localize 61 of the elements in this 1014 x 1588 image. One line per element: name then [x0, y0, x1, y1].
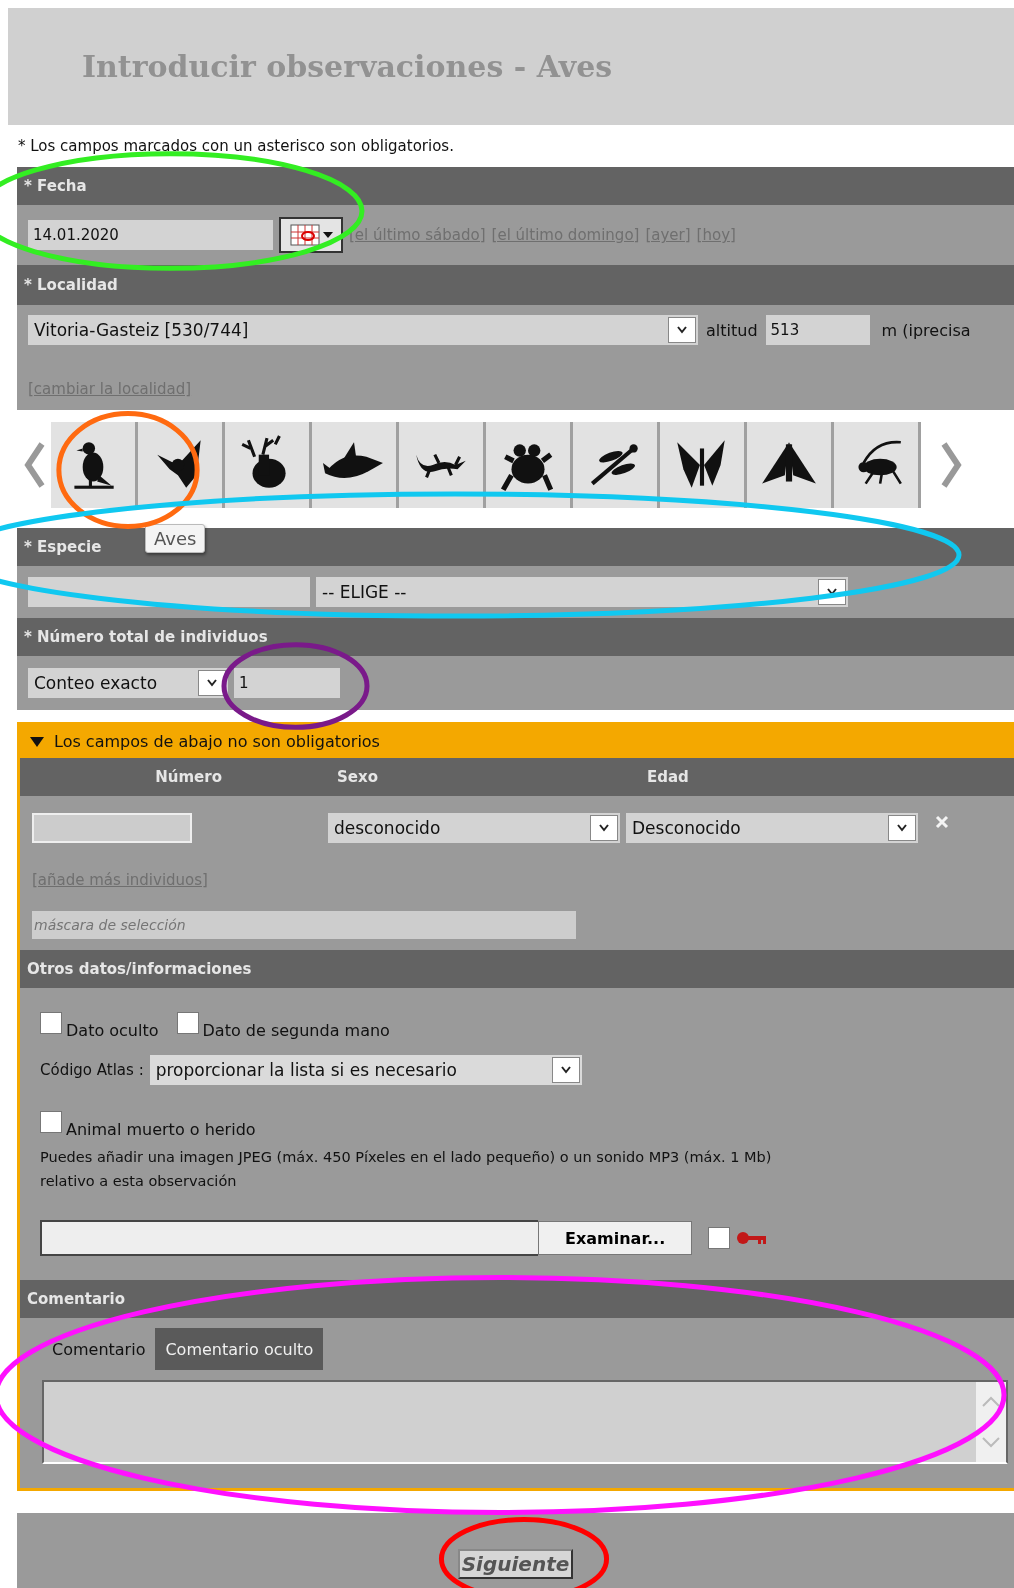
species-field[interactable] — [28, 577, 310, 607]
chevron-icon — [206, 678, 218, 688]
unit-label: m (iprecisa — [881, 320, 971, 340]
checkbox[interactable] — [708, 1227, 731, 1249]
calendar-button[interactable] — [279, 217, 343, 253]
page-title: Introducir observaciones - Aves — [82, 49, 613, 84]
section-header: * Localidad — [17, 265, 1014, 305]
altitude-field[interactable]: 513 — [765, 315, 870, 345]
section-header: * Especie — [24, 538, 102, 556]
chevron-icon — [896, 823, 908, 833]
chevron-up-icon[interactable] — [981, 1396, 1001, 1408]
comment-field[interactable] — [42, 1380, 1008, 1464]
checkbox-label: Dato oculto — [66, 1020, 159, 1040]
section-header: Otros datos/informaciones — [20, 950, 1014, 988]
age-dropdown[interactable]: Desconocido — [626, 813, 918, 843]
count-dropdown[interactable]: Conteo exacto — [28, 668, 228, 698]
date-field[interactable]: 14.01.2020 — [28, 220, 273, 250]
location-dropdown[interactable]: Vitoria-Gasteiz [530/744] — [28, 315, 698, 345]
collapsible-header[interactable]: Los campos de abajo no son obligatorios — [20, 725, 1014, 758]
section-header: * Número total de individuos — [17, 618, 1014, 656]
next-button[interactable]: Siguiente — [457, 1549, 574, 1579]
caret-icon — [322, 232, 333, 238]
chevron-icon — [598, 823, 610, 833]
count-field[interactable]: 1 — [234, 668, 340, 698]
field-label: altitud — [706, 320, 758, 340]
mask-field[interactable]: máscara de selección — [32, 911, 576, 939]
calendar-icon — [289, 224, 320, 246]
atlas-dropdown[interactable]: proporcionar la lista si es necesario — [149, 1055, 582, 1085]
chevron-icon — [676, 325, 688, 335]
species-group-tile[interactable] — [399, 422, 486, 508]
key-icon — [736, 1231, 769, 1245]
sex-dropdown[interactable]: desconocido — [328, 813, 620, 843]
browse-button[interactable]: Examinar... — [538, 1221, 693, 1255]
species-group-tile[interactable] — [51, 422, 138, 508]
required-note: * Los campos marcados con un asterisco son obligatorios. — [18, 137, 454, 155]
species-group-tile[interactable] — [747, 422, 834, 508]
checkbox-label: Dato de segunda mano — [202, 1020, 390, 1040]
species-group-tile[interactable] — [834, 422, 921, 508]
checkbox[interactable] — [176, 1012, 199, 1034]
checkbox-label: Animal muerto o herido — [66, 1119, 256, 1139]
tooltip: Aves — [145, 524, 206, 553]
species-group-tile[interactable] — [225, 422, 312, 508]
chevron-icon — [559, 1065, 572, 1075]
species-dropdown[interactable]: -- ELIGE -- — [316, 577, 848, 607]
field-label: Código Atlas : — [40, 1061, 144, 1079]
column-header: Sexo — [337, 768, 379, 786]
upload-note: Puedes añadir una imagen JPEG (máx. 450 Píxeles en el lado pequeño) o un sonido MP3 (máx. 1 Mb) relativo a esta observación — [40, 1148, 773, 1191]
species-group-tile[interactable] — [312, 422, 399, 508]
section-header: Comentario — [20, 1280, 1014, 1318]
checkbox[interactable] — [40, 1111, 62, 1133]
species-group-tile[interactable] — [660, 422, 747, 508]
tab[interactable]: Comentario oculto — [155, 1328, 324, 1370]
checkbox[interactable] — [40, 1012, 62, 1034]
column-header: Número — [155, 768, 222, 786]
species-group-tile[interactable] — [486, 422, 573, 508]
species-group-tile[interactable] — [573, 422, 660, 508]
number-field[interactable] — [32, 813, 192, 843]
file-field[interactable] — [40, 1220, 538, 1256]
close-icon[interactable] — [934, 814, 950, 830]
section-header: * Fecha — [17, 167, 1014, 205]
column-header: Edad — [647, 768, 690, 786]
